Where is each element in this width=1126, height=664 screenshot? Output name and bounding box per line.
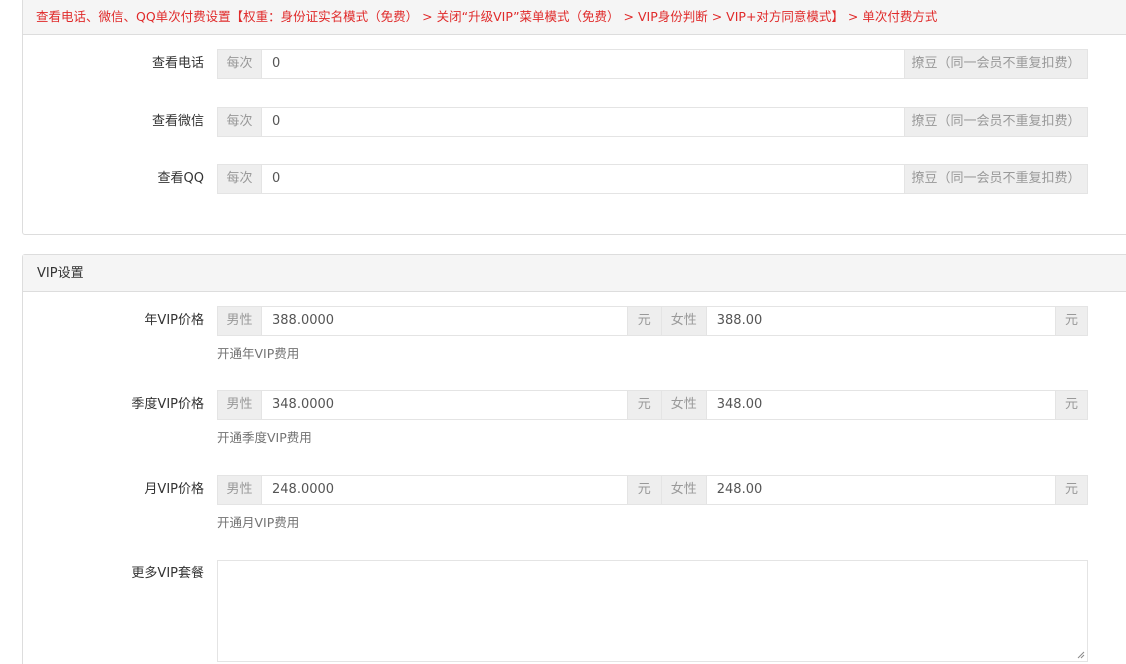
wechat-view-prefix: 每次	[217, 107, 262, 137]
wechat-view-input-group: 每次 0 撩豆（同一会员不重复扣费）	[217, 107, 1088, 137]
quarter-vip-male-unit: 元	[626, 390, 662, 420]
year-vip-female-unit: 元	[1055, 306, 1088, 336]
more-vip-textarea[interactable]	[217, 560, 1088, 662]
phone-view-prefix: 每次	[217, 49, 262, 79]
month-vip-female-prefix: 女性	[661, 475, 707, 505]
month-vip-female-price-input[interactable]: 248.00	[706, 475, 1055, 505]
pay-per-view-panel: 查看电话、微信、QQ单次付费设置【权重：身份证实名模式（免费） > 关闭“升级V…	[22, 0, 1126, 235]
wechat-view-suffix: 撩豆（同一会员不重复扣费）	[904, 107, 1088, 137]
pay-per-view-heading: 查看电话、微信、QQ单次付费设置【权重：身份证实名模式（免费） > 关闭“升级V…	[23, 0, 1126, 35]
quarter-vip-female-price-input[interactable]: 348.00	[706, 390, 1055, 420]
year-vip-label: 年VIP价格	[144, 313, 204, 328]
phone-view-price-input[interactable]: 0	[262, 49, 904, 79]
qq-view-prefix: 每次	[217, 164, 262, 194]
quarter-vip-male-price-input[interactable]: 348.0000	[262, 390, 627, 420]
qq-view-input-group: 每次 0 撩豆（同一会员不重复扣费）	[217, 164, 1088, 194]
month-vip-male-unit: 元	[626, 475, 662, 505]
phone-view-label: 查看电话	[151, 56, 204, 71]
qq-view-suffix: 撩豆（同一会员不重复扣费）	[904, 164, 1088, 194]
quarter-vip-female-prefix: 女性	[661, 390, 707, 420]
qq-view-label: 查看QQ	[157, 171, 204, 186]
month-vip-female-unit: 元	[1055, 475, 1088, 505]
settings-page: 查看电话、微信、QQ单次付费设置【权重：身份证实名模式（免费） > 关闭“升级V…	[0, 0, 1126, 664]
month-vip-male-price-input[interactable]: 248.0000	[262, 475, 627, 505]
quarter-vip-input-group: 男性 348.0000 元 女性 348.00 元	[217, 390, 1088, 420]
year-vip-help: 开通年VIP费用	[217, 346, 300, 361]
wechat-view-price-input[interactable]: 0	[262, 107, 904, 137]
quarter-vip-label: 季度VIP价格	[131, 397, 204, 412]
vip-settings-panel: VIP设置 年VIP价格 男性 388.0000 元 女性 388.00 元 开…	[22, 254, 1126, 664]
wechat-view-label: 查看微信	[151, 114, 204, 129]
more-vip-label: 更多VIP套餐	[131, 566, 204, 581]
year-vip-male-prefix: 男性	[217, 306, 262, 336]
quarter-vip-help: 开通季度VIP费用	[217, 430, 312, 445]
year-vip-female-price-input[interactable]: 388.00	[706, 306, 1055, 336]
year-vip-female-prefix: 女性	[661, 306, 707, 336]
year-vip-male-price-input[interactable]: 388.0000	[262, 306, 627, 336]
month-vip-label: 月VIP价格	[144, 482, 204, 497]
year-vip-input-group: 男性 388.0000 元 女性 388.00 元	[217, 306, 1088, 336]
phone-view-suffix: 撩豆（同一会员不重复扣费）	[904, 49, 1088, 79]
month-vip-input-group: 男性 248.0000 元 女性 248.00 元	[217, 475, 1088, 505]
year-vip-male-unit: 元	[626, 306, 662, 336]
quarter-vip-female-unit: 元	[1055, 390, 1088, 420]
vip-settings-heading: VIP设置	[23, 255, 1126, 292]
month-vip-male-prefix: 男性	[217, 475, 262, 505]
qq-view-price-input[interactable]: 0	[262, 164, 904, 194]
month-vip-help: 开通月VIP费用	[217, 515, 300, 530]
phone-view-input-group: 每次 0 撩豆（同一会员不重复扣费）	[217, 49, 1088, 79]
resize-grip-icon[interactable]	[1077, 651, 1085, 659]
quarter-vip-male-prefix: 男性	[217, 390, 262, 420]
